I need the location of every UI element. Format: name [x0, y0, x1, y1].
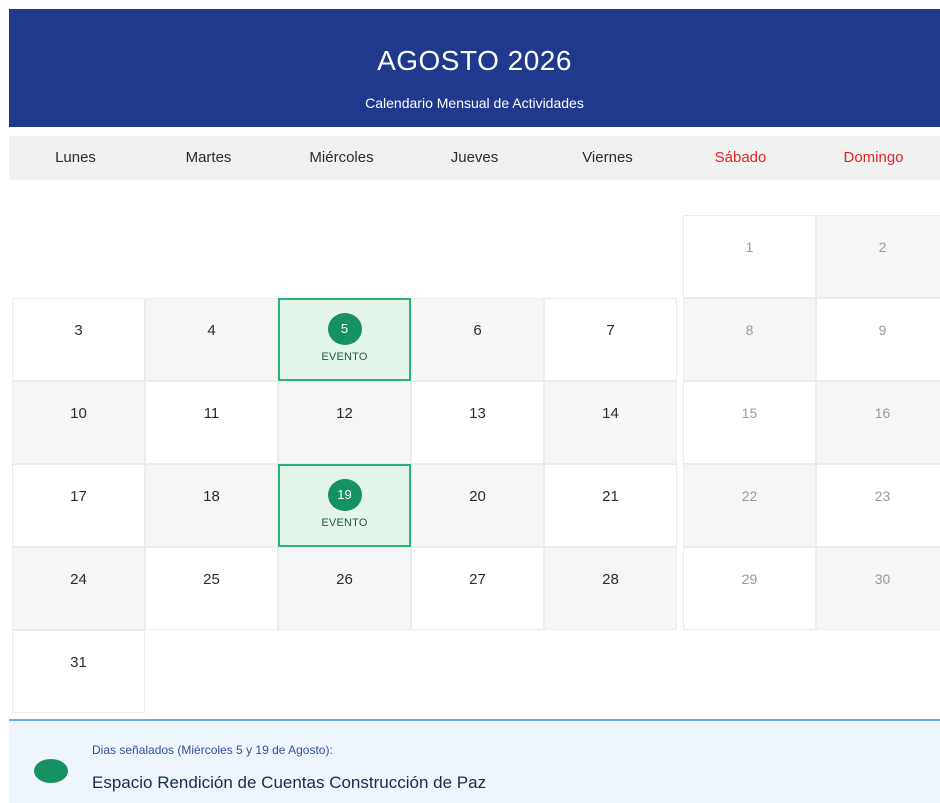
day-number: 29 — [741, 571, 758, 587]
day-cell-25[interactable]: 25 — [145, 547, 278, 630]
legend-dates: Dias señalados (Miércoles 5 y 19 de Agos… — [92, 743, 333, 757]
day-cell-15[interactable]: 15 — [683, 381, 816, 464]
day-cell-16[interactable]: 16 — [816, 381, 940, 464]
day-cell-27[interactable]: 27 — [411, 547, 544, 630]
day-number: 23 — [874, 488, 891, 504]
day-cell-10[interactable]: 10 — [12, 381, 145, 464]
day-number: 16 — [874, 405, 891, 421]
day-cell-21[interactable]: 21 — [544, 464, 677, 547]
day-number: 26 — [336, 571, 353, 588]
legend-event-name: Espacio Rendición de Cuentas Construcció… — [92, 773, 487, 792]
day-number: 1 — [745, 239, 754, 255]
weekday-friday: Viernes — [582, 149, 633, 166]
day-number: 11 — [203, 405, 220, 422]
day-number: 25 — [203, 571, 220, 588]
day-cell-31[interactable]: 31 — [12, 630, 145, 713]
day-cell-9[interactable]: 9 — [816, 298, 940, 381]
day-cell-14[interactable]: 14 — [544, 381, 677, 464]
weekday-saturday: Sábado — [714, 149, 767, 166]
day-cell-2[interactable]: 2 — [816, 215, 940, 298]
event-marker-icon — [34, 759, 68, 783]
day-number: 4 — [207, 322, 216, 339]
event-day-badge: 19 — [327, 479, 362, 511]
weekday-wednesday: Miércoles — [309, 149, 374, 166]
day-number: 9 — [878, 322, 887, 338]
day-number: 20 — [469, 488, 486, 505]
event-label: EVENTO — [321, 517, 368, 529]
day-cell-4[interactable]: 4 — [145, 298, 278, 381]
day-cell-3[interactable]: 3 — [12, 298, 145, 381]
calendar-header: AGOSTO 2026 Calendario Mensual de Activi… — [9, 9, 940, 127]
day-number: 17 — [70, 488, 87, 505]
day-number: 24 — [70, 571, 87, 588]
day-cell-18[interactable]: 18 — [145, 464, 278, 547]
day-number: 13 — [469, 405, 486, 422]
day-number: 30 — [874, 571, 891, 587]
day-cell-22[interactable]: 22 — [683, 464, 816, 547]
weekday-sunday: Domingo — [843, 149, 904, 166]
day-cell-23[interactable]: 23 — [816, 464, 940, 547]
day-number: 3 — [74, 322, 83, 339]
day-cell-1[interactable]: 1 — [683, 215, 816, 298]
calendar-subtitle: Calendario Mensual de Actividades — [365, 95, 584, 111]
weekday-header-row: Lunes Martes Miércoles Jueves Viernes Sá… — [9, 136, 940, 180]
day-number: 12 — [336, 405, 353, 422]
day-number: 6 — [473, 322, 482, 339]
day-cell-26[interactable]: 26 — [278, 547, 411, 630]
day-cell-5-event[interactable]: 5 EVENTO — [278, 298, 411, 381]
day-number: 2 — [878, 239, 887, 255]
day-number: 18 — [203, 488, 220, 505]
weekday-thursday: Jueves — [450, 149, 499, 166]
day-cell-7[interactable]: 7 — [544, 298, 677, 381]
event-legend: Dias señalados (Miércoles 5 y 19 de Agos… — [9, 719, 940, 803]
day-number: 10 — [70, 405, 87, 422]
day-cell-13[interactable]: 13 — [411, 381, 544, 464]
day-cell-30[interactable]: 30 — [816, 547, 940, 630]
day-number: 15 — [741, 405, 758, 421]
day-number: 31 — [70, 654, 87, 671]
day-cell-17[interactable]: 17 — [12, 464, 145, 547]
day-cell-24[interactable]: 24 — [12, 547, 145, 630]
day-cell-28[interactable]: 28 — [544, 547, 677, 630]
day-cell-11[interactable]: 11 — [145, 381, 278, 464]
day-number: 21 — [602, 488, 619, 505]
event-day-badge: 5 — [327, 313, 362, 345]
day-number: 7 — [606, 322, 615, 339]
day-number: 27 — [469, 571, 486, 588]
day-cell-12[interactable]: 12 — [278, 381, 411, 464]
day-cell-19-event[interactable]: 19 EVENTO — [278, 464, 411, 547]
day-cell-20[interactable]: 20 — [411, 464, 544, 547]
weekday-tuesday: Martes — [185, 149, 232, 166]
day-number: 8 — [745, 322, 754, 338]
day-cell-29[interactable]: 29 — [683, 547, 816, 630]
day-cell-8[interactable]: 8 — [683, 298, 816, 381]
day-number: 28 — [602, 571, 619, 588]
event-label: EVENTO — [321, 351, 368, 363]
day-number: 22 — [741, 488, 758, 504]
day-number: 14 — [602, 405, 619, 422]
day-cell-6[interactable]: 6 — [411, 298, 544, 381]
month-title: AGOSTO 2026 — [377, 45, 572, 76]
weekday-monday: Lunes — [55, 149, 96, 166]
